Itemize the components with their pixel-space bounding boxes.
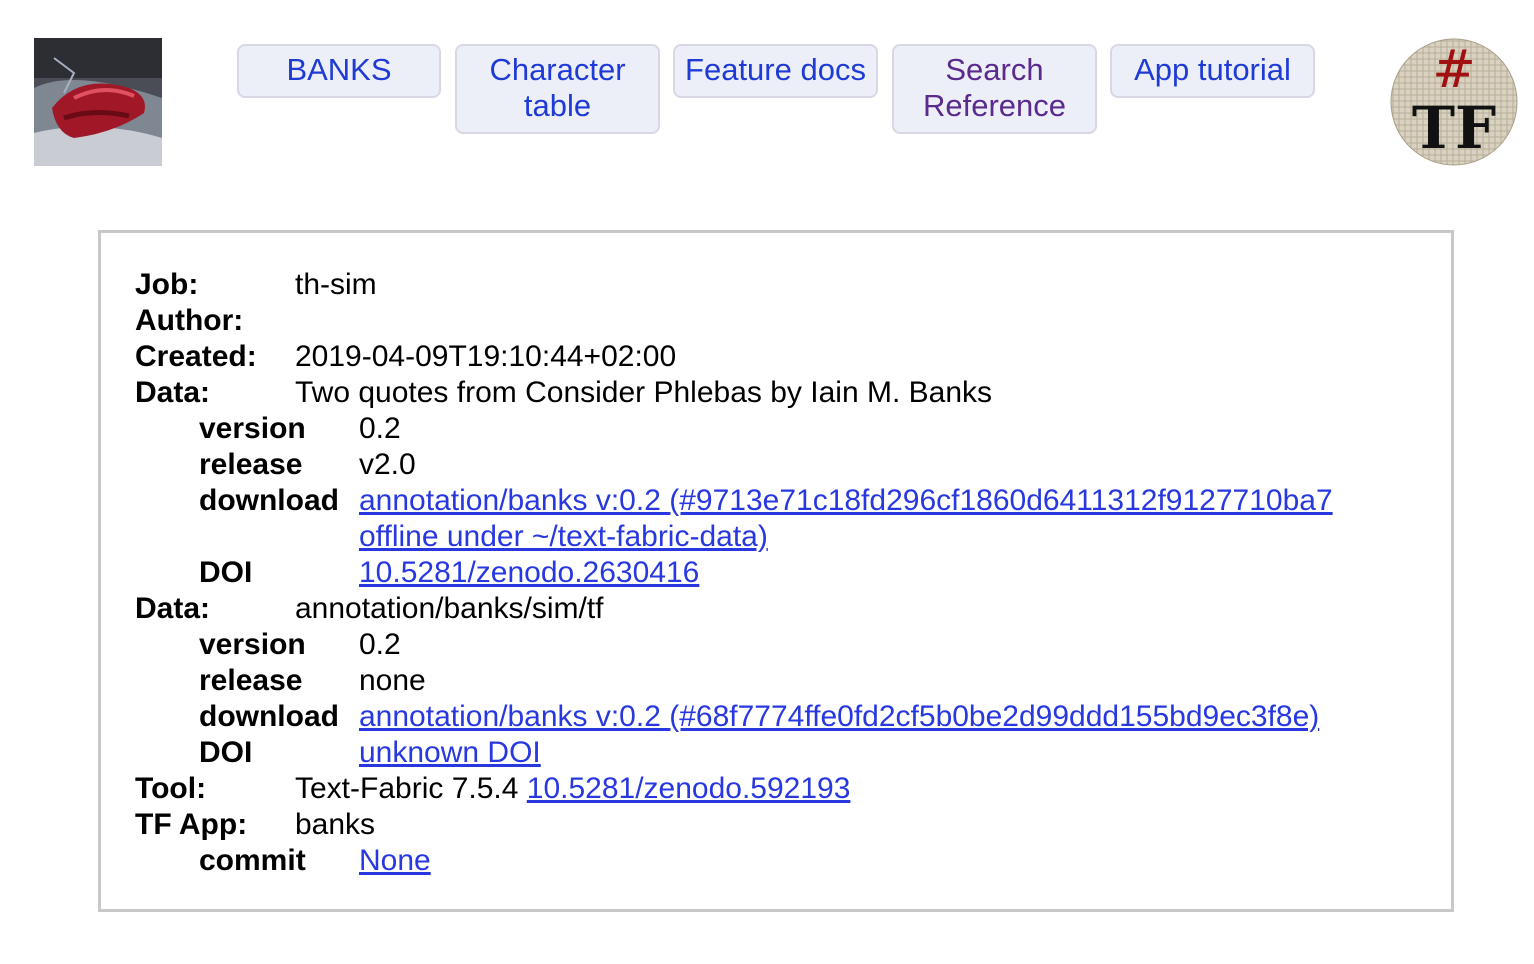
- data1-download-link[interactable]: annotation/banks v:0.2 (#9713e71c18fd296…: [359, 484, 1333, 553]
- data-value-1: Two quotes from Consider Phlebas by Iain…: [295, 376, 993, 409]
- data1-version-value: 0.2: [359, 412, 401, 445]
- tf-logo-letters: TF: [1411, 94, 1497, 162]
- data1-doi-label: DOI: [199, 556, 253, 589]
- data2-doi-link[interactable]: unknown DOI: [359, 735, 541, 771]
- commit-label: commit: [199, 844, 306, 877]
- commit-link[interactable]: None: [359, 843, 431, 879]
- tf-logo-hash: #: [1432, 40, 1476, 100]
- character-table-label-line2: table: [523, 88, 592, 123]
- feature-docs-button[interactable]: Feature docs: [673, 44, 878, 98]
- job-label: Job:: [135, 268, 199, 301]
- search-reference-label-line2: Reference: [922, 88, 1067, 123]
- data1-download-label: download: [199, 484, 339, 517]
- created-label: Created:: [135, 340, 257, 373]
- spaceship-cover-image: [34, 38, 162, 166]
- data1-version-label: version: [199, 412, 306, 445]
- data2-download-link[interactable]: annotation/banks v:0.2 (#68f7774ffe0fd2c…: [359, 699, 1319, 735]
- created-value: 2019-04-09T19:10:44+02:00: [295, 340, 677, 373]
- job-value: th-sim: [295, 268, 377, 301]
- banks-button[interactable]: BANKS: [237, 44, 441, 98]
- author-label: Author:: [135, 304, 244, 337]
- app-tutorial-button[interactable]: App tutorial: [1110, 44, 1315, 98]
- tf-app-label: TF App:: [135, 808, 248, 841]
- banks-button-label: BANKS: [286, 52, 392, 87]
- data2-download-label: download: [199, 700, 339, 733]
- tf-app-value: banks: [295, 808, 376, 841]
- tool-label: Tool:: [135, 772, 207, 805]
- character-table-button[interactable]: Character table: [455, 44, 660, 134]
- data1-release-label: release: [199, 448, 303, 481]
- data2-release-label: release: [199, 664, 303, 697]
- search-reference-label-line1: Search: [945, 52, 1044, 87]
- data1-doi-link[interactable]: 10.5281/zenodo.2630416: [359, 555, 699, 591]
- data2-version-label: version: [199, 628, 306, 661]
- banks-cover-logo[interactable]: [34, 38, 162, 166]
- data1-download-link-line2: offline under ~/text-fabric-data): [359, 520, 768, 553]
- data2-doi-label: DOI: [199, 736, 253, 769]
- provenance-panel: Job: th-sim Author: Created: 2019-04-09T…: [98, 230, 1454, 912]
- feature-docs-label: Feature docs: [685, 52, 866, 87]
- data1-release-value: v2.0: [359, 448, 416, 481]
- data1-download-link-line1: annotation/banks v:0.2 (#9713e71c18fd296…: [359, 484, 1333, 517]
- app-tutorial-label: App tutorial: [1134, 52, 1291, 87]
- data1-download-link-wrap: annotation/banks v:0.2 (#9713e71c18fd296…: [359, 483, 1333, 555]
- data-label-2: Data:: [135, 592, 211, 625]
- character-table-label-line1: Character: [489, 52, 626, 87]
- data-label-1: Data:: [135, 376, 211, 409]
- text-fabric-logo[interactable]: # TF: [1390, 38, 1518, 166]
- tool-doi-link[interactable]: 10.5281/zenodo.592193: [527, 772, 851, 805]
- data-value-2: annotation/banks/sim/tf: [295, 592, 604, 625]
- data2-release-value: none: [359, 664, 426, 697]
- tool-value-wrap: Text-Fabric 7.5.4 10.5281/zenodo.592193: [295, 771, 850, 807]
- tool-value: Text-Fabric 7.5.4: [295, 772, 519, 805]
- search-reference-button[interactable]: Search Reference: [892, 44, 1097, 134]
- data2-version-value: 0.2: [359, 628, 401, 661]
